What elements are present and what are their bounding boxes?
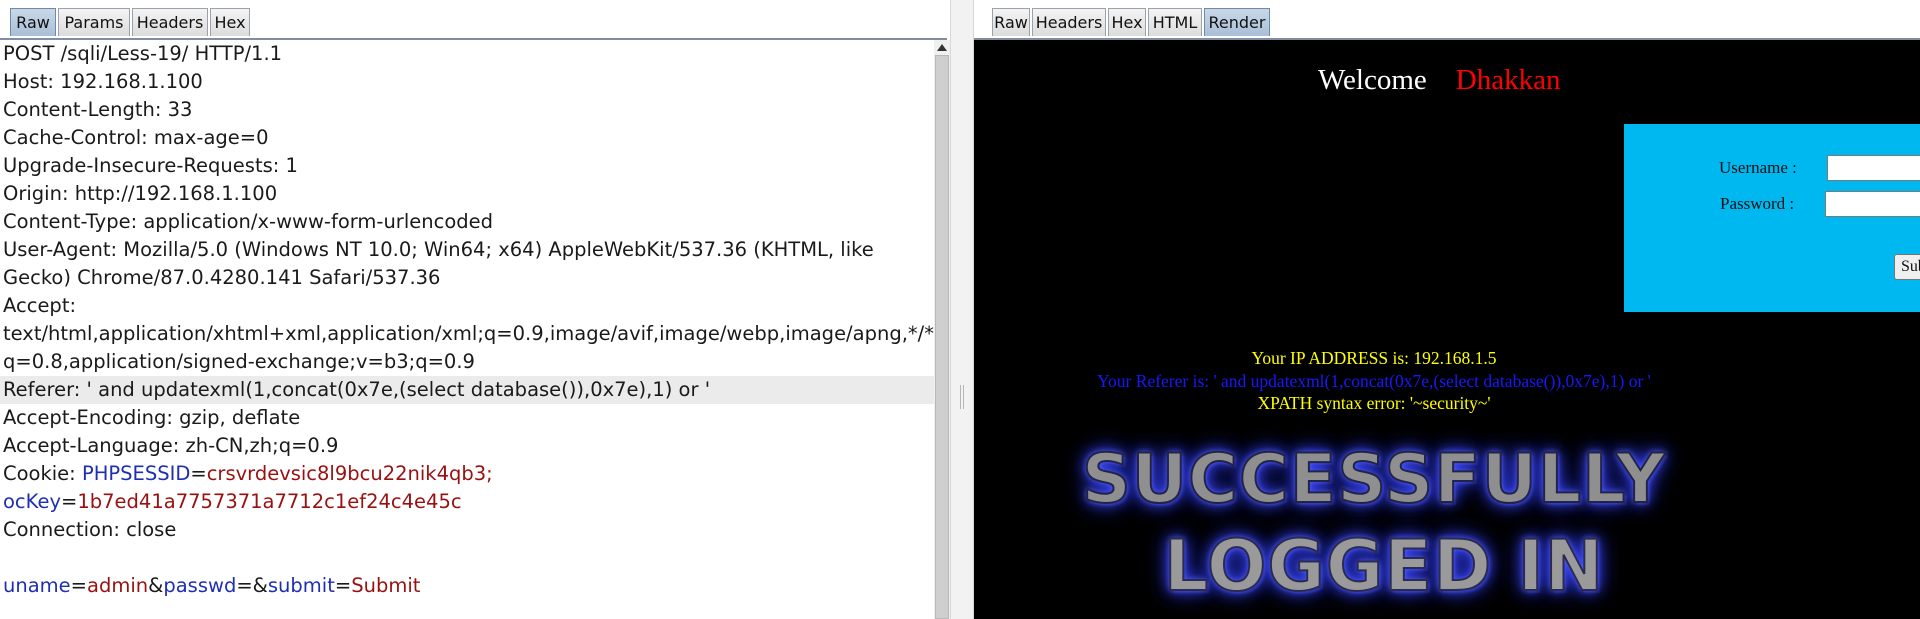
header-accept-encoding: Accept-Encoding: gzip, deflate	[3, 406, 301, 429]
header-accept-value: text/html,application/xhtml+xml,applicat…	[3, 322, 934, 345]
param-value: Submit	[351, 574, 421, 597]
header-cache-control: Cache-Control: max-age=0	[3, 126, 269, 149]
tab-html[interactable]: HTML	[1148, 8, 1202, 36]
login-form: Username : Password : Submit	[1624, 124, 1920, 312]
tab-raw[interactable]: Raw	[10, 8, 56, 36]
param-key: uname	[3, 574, 71, 597]
cookie-prefix: Cookie:	[3, 462, 82, 485]
request-line: POST /sqli/Less-19/ HTTP/1.1	[3, 42, 283, 65]
render-view: Welcome Dhakkan Username : Password : Su…	[974, 40, 1920, 619]
header-upgrade-insecure: Upgrade-Insecure-Requests: 1	[3, 154, 298, 177]
param-key: submit	[267, 574, 335, 597]
header-accept-language: Accept-Language: zh-CN,zh;q=0.9	[3, 434, 339, 457]
request-body: uname=admin&passwd=&submit=Submit	[3, 574, 421, 597]
response-tab-bar: Raw Headers Hex HTML Render	[974, 0, 1920, 40]
header-accept-value-cont: q=0.8,application/signed-exchange;v=b3;q…	[3, 350, 475, 373]
header-content-length: Content-Length: 33	[3, 98, 193, 121]
header-accept: Accept:	[3, 294, 77, 317]
success-banner-line2: LOGGED IN	[1163, 525, 1605, 607]
param-key: passwd	[163, 574, 237, 597]
pane-splitter[interactable]	[950, 0, 974, 619]
request-editor[interactable]: POST /sqli/Less-19/ HTTP/1.1 Host: 192.1…	[0, 40, 934, 619]
ip-address-text: Your IP ADDRESS is: 192.168.1.5	[1251, 348, 1497, 368]
username-input[interactable]	[1827, 155, 1920, 181]
tab-params[interactable]: Params	[58, 8, 130, 36]
tab-hex[interactable]: Hex	[210, 8, 250, 36]
cookie-key: PHPSESSID	[81, 462, 191, 485]
scroll-up-arrow-icon[interactable]	[937, 44, 947, 51]
password-input[interactable]	[1825, 191, 1920, 217]
password-label: Password :	[1720, 194, 1795, 213]
tab-headers[interactable]: Headers	[132, 8, 208, 36]
param-value: admin	[87, 574, 149, 597]
cookie-value: crsvrdevsic8l9bcu22nik4qb3;	[206, 462, 493, 485]
tab-headers[interactable]: Headers	[1032, 8, 1106, 36]
username-label: Username :	[1719, 158, 1797, 177]
xpath-error-text: XPATH syntax error: '~security~'	[1257, 393, 1491, 413]
tab-render[interactable]: Render	[1204, 8, 1270, 36]
cookie-value: 1b7ed41a7757371a7712c1ef24c4e45c	[77, 490, 462, 513]
header-user-agent-cont: Gecko) Chrome/87.0.4280.141 Safari/537.3…	[3, 266, 441, 289]
header-origin: Origin: http://192.168.1.100	[3, 182, 278, 205]
header-user-agent: User-Agent: Mozilla/5.0 (Windows NT 10.0…	[3, 238, 874, 261]
tab-hex[interactable]: Hex	[1108, 8, 1146, 36]
referer-text: Your Referer is: ' and updatexml(1,conca…	[1097, 371, 1651, 391]
header-host: Host: 192.168.1.100	[3, 70, 203, 93]
scrollbar-thumb[interactable]	[935, 55, 949, 619]
header-cookie-cont: ocKey=1b7ed41a7757371a7712c1ef24c4e45c	[3, 490, 462, 513]
welcome-heading: Welcome Dhakkan	[1318, 64, 1560, 97]
tab-raw[interactable]: Raw	[992, 8, 1030, 36]
submit-button[interactable]: Submit	[1894, 254, 1920, 280]
header-content-type: Content-Type: application/x-www-form-url…	[3, 210, 494, 233]
request-tab-bar: Raw Params Headers Hex	[0, 0, 947, 40]
welcome-text: Welcome	[1318, 64, 1427, 96]
cookie-key: ocKey	[3, 490, 62, 513]
success-banner-line1: SUCCESSFULLY	[1081, 439, 1667, 520]
header-cookie: Cookie: PHPSESSID=crsvrdevsic8l9bcu22nik…	[3, 462, 493, 485]
header-connection: Connection: close	[3, 518, 177, 541]
splitter-grip-icon[interactable]	[960, 385, 964, 409]
header-referer: Referer: ' and updatexml(1,concat(0x7e,(…	[0, 376, 934, 404]
welcome-name: Dhakkan	[1455, 64, 1561, 96]
vertical-scrollbar[interactable]	[934, 40, 950, 619]
